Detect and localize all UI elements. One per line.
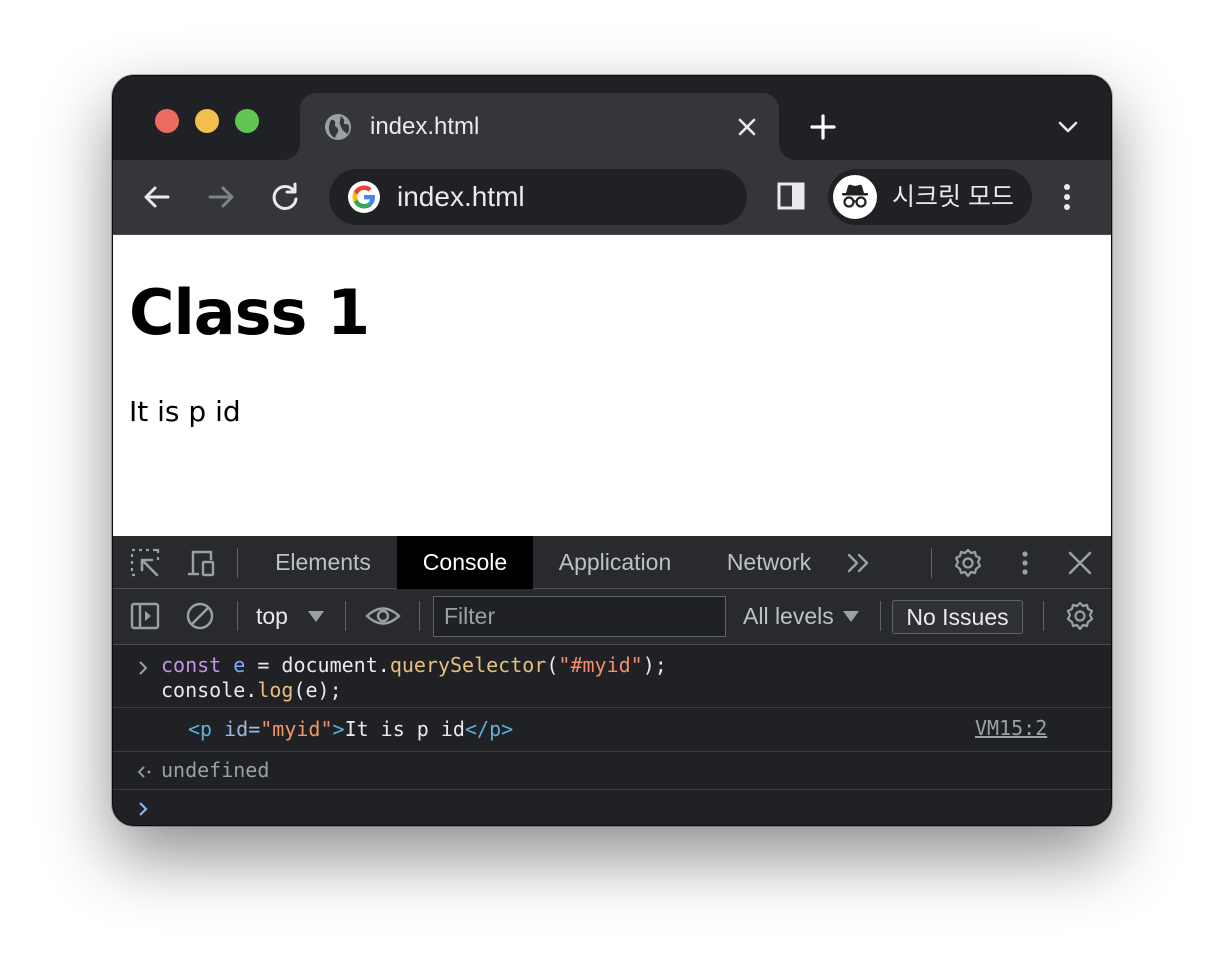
code-token: </p> [464, 717, 514, 741]
minimize-window-button[interactable] [195, 109, 219, 133]
context-dropdown-icon[interactable] [308, 611, 324, 622]
context-selector[interactable]: top [256, 602, 288, 630]
divider [1043, 601, 1044, 631]
filter-input[interactable] [433, 596, 726, 637]
source-link[interactable]: VM15:2 [975, 716, 1047, 741]
inspect-element-icon[interactable] [130, 548, 160, 578]
clear-console-icon[interactable] [185, 601, 215, 631]
console-prompt[interactable] [113, 790, 1111, 825]
result-value: undefined [161, 758, 270, 782]
console-log-entry[interactable]: <p id="myid">It is p id</p> VM15:2 [113, 708, 1111, 752]
incognito-profile-button[interactable]: 시크릿 모드 [828, 169, 1032, 225]
console-output[interactable]: const e = document.querySelector("#myid"… [113, 645, 1111, 825]
close-window-button[interactable] [155, 109, 179, 133]
incognito-icon [833, 175, 877, 219]
more-vertical-icon[interactable] [1055, 180, 1079, 214]
code-line: console.log(e); [161, 678, 342, 703]
code-token: It is p id [344, 717, 465, 741]
code-token: > [332, 717, 345, 741]
code-token: querySelector [389, 653, 547, 677]
more-tabs-chevron-icon[interactable] [844, 548, 874, 578]
code-token: id= [212, 717, 261, 741]
gear-icon[interactable] [953, 548, 983, 578]
log-levels-dropdown[interactable]: All levels [743, 602, 834, 630]
close-icon[interactable] [734, 114, 760, 140]
browser-window: index.html index.html 시크릿 모드 Class 1 It … [112, 75, 1112, 826]
close-icon[interactable] [1065, 548, 1095, 578]
more-vertical-icon[interactable] [1010, 548, 1040, 578]
divider [237, 601, 238, 631]
tab-network[interactable]: Network [711, 536, 827, 589]
prompt-chevron-icon [139, 802, 148, 816]
browser-toolbar: index.html 시크릿 모드 [113, 160, 1111, 234]
divider [880, 601, 881, 631]
side-panel-icon[interactable] [776, 181, 806, 211]
devtools-panel: Elements Console Application Network top… [113, 536, 1111, 825]
code-token: ); [642, 653, 667, 677]
divider [345, 601, 346, 631]
google-icon [348, 181, 380, 213]
globe-icon [325, 114, 351, 140]
code-token: ( [546, 653, 559, 677]
tab-title: index.html [370, 113, 480, 140]
console-toolbar: top All levels No Issues [113, 589, 1111, 645]
code-token: log [257, 678, 294, 702]
issues-button[interactable]: No Issues [892, 600, 1023, 634]
code-token: const [161, 653, 222, 677]
back-arrow-icon[interactable] [140, 180, 174, 214]
address-text: index.html [397, 181, 525, 212]
logged-element[interactable]: <p id="myid">It is p id</p> [188, 717, 513, 742]
code-token: (e); [293, 678, 342, 702]
divider [931, 548, 932, 578]
levels-dropdown-icon[interactable] [843, 611, 859, 622]
forward-arrow-icon[interactable] [204, 180, 238, 214]
devtools-tabbar: Elements Console Application Network [113, 536, 1111, 589]
code-token: "#myid" [558, 653, 643, 677]
zoom-window-button[interactable] [235, 109, 259, 133]
code-token: <p [188, 717, 213, 741]
tab-elements[interactable]: Elements [259, 536, 387, 589]
incognito-label: 시크릿 모드 [892, 183, 1014, 211]
code-token: console. [161, 678, 258, 702]
page-heading: Class 1 [129, 276, 370, 349]
tab-console[interactable]: Console [397, 536, 533, 589]
code-token: "myid" [260, 717, 333, 741]
plus-icon[interactable] [808, 112, 838, 142]
code-token: = document. [245, 653, 390, 677]
tab-index-html[interactable]: index.html [284, 93, 795, 160]
code-token: e [233, 653, 246, 677]
divider [419, 601, 420, 631]
eye-icon[interactable] [365, 601, 401, 631]
chevron-down-icon[interactable] [1056, 116, 1080, 138]
divider [237, 548, 238, 578]
device-toolbar-icon[interactable] [185, 548, 215, 578]
code-line: const e = document.querySelector("#myid"… [161, 653, 667, 678]
console-settings-gear-icon[interactable] [1065, 601, 1095, 631]
console-result-entry: undefined [113, 752, 1111, 790]
input-chevron-icon [139, 661, 148, 675]
tab-application[interactable]: Application [545, 536, 685, 589]
reload-icon[interactable] [268, 180, 302, 214]
result-arrow-icon [137, 766, 151, 778]
address-bar[interactable]: index.html [329, 169, 747, 225]
page-viewport: Class 1 It is p id [113, 234, 1111, 536]
page-paragraph: It is p id [129, 395, 241, 428]
tab-strip: index.html [113, 76, 1111, 160]
console-sidebar-icon[interactable] [130, 601, 160, 631]
console-input-entry: const e = document.querySelector("#myid"… [113, 645, 1111, 708]
